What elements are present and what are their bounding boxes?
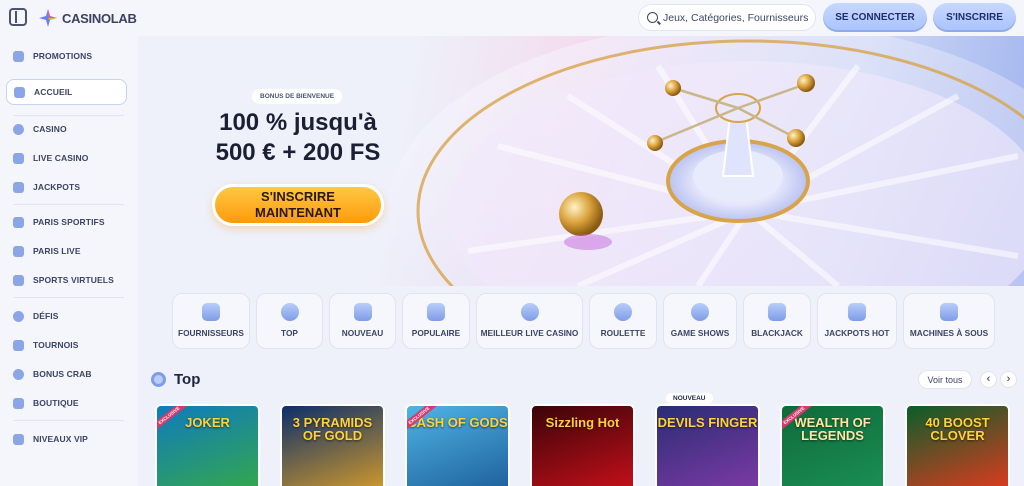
sidebar-divider	[14, 204, 124, 205]
hero-banner[interactable]: BONUS DE BIENVENUE 100 % jusqu'à 500 € +…	[138, 36, 1024, 286]
category-hot-jackpots[interactable]: JACKPOTS HOT	[817, 293, 897, 349]
sidebar-item-live-betting[interactable]: PARIS LIVE	[6, 238, 127, 264]
search-input[interactable]	[663, 11, 813, 24]
game-title: CASH OF GODS	[407, 415, 508, 430]
providers-icon	[202, 303, 220, 321]
category-popular[interactable]: POPULAIRE	[402, 293, 470, 349]
category-new[interactable]: NOUVEAU	[329, 293, 396, 349]
category-roulette[interactable]: ROULETTE	[589, 293, 657, 349]
carousel-next-button[interactable]: ›	[1000, 371, 1017, 388]
vip-icon	[13, 433, 24, 445]
category-best-live-casino[interactable]: MEILLEUR LIVE CASINO	[476, 293, 583, 349]
category-providers[interactable]: FOURNISSEURS	[172, 293, 250, 349]
sidebar-item-virtual-sports[interactable]: SPORTS VIRTUELS	[6, 267, 127, 293]
shop-icon	[13, 397, 24, 409]
sidebar-item-bonus-crab[interactable]: BONUS CRAB	[6, 361, 127, 387]
casino-chip-icon	[13, 123, 24, 135]
signup-button[interactable]: S'INSCRIRE	[933, 3, 1016, 32]
game-title: 3 PYRAMIDS OF GOLD	[292, 415, 373, 443]
sidebar-item-jackpots[interactable]: JACKPOTS	[6, 174, 127, 200]
star-icon	[427, 303, 445, 321]
game-tile[interactable]: Sizzling Hot	[530, 404, 635, 486]
gear-icon	[151, 372, 166, 387]
bonus-crab-icon	[13, 368, 24, 380]
category-bar: FOURNISSEURS TOP NOUVEAU POPULAIRE MEILL…	[0, 293, 1024, 349]
game-title: JOKER	[185, 415, 230, 430]
game-title: Sizzling Hot	[545, 415, 620, 430]
carousel-prev-button[interactable]: ‹	[980, 371, 997, 388]
game-tile[interactable]: WEALTH OF LEGENDS EXCLUSIVE	[780, 404, 885, 486]
login-button[interactable]: SE CONNECTER	[823, 3, 927, 32]
sports-betting-icon	[13, 216, 24, 228]
game-tile[interactable]: 40 BOOST CLOVER	[905, 404, 1010, 486]
cta-line1: S'INSCRIRE	[261, 189, 335, 204]
category-blackjack[interactable]: BLACKJACK	[743, 293, 811, 349]
virtual-sports-icon	[13, 274, 24, 286]
search-box[interactable]	[638, 4, 816, 31]
search-icon	[647, 12, 658, 23]
section-header-top: Top	[151, 371, 200, 388]
new-badge: NOUVEAU	[666, 393, 713, 404]
game-tile[interactable]: 3 PYRAMIDS OF GOLD	[280, 404, 385, 486]
signup-now-button[interactable]: S'INSCRIRE MAINTENANT	[212, 184, 384, 226]
new-icon	[353, 303, 372, 321]
category-top[interactable]: TOP	[256, 293, 323, 349]
home-icon	[14, 86, 25, 98]
game-shows-icon	[691, 303, 709, 321]
sidebar-item-promotions[interactable]: PROMOTIONS	[6, 43, 127, 69]
game-tile[interactable]: JOKER EXCLUSIVE	[155, 404, 260, 486]
logo[interactable]: CASINOLAB	[38, 8, 137, 28]
top-bar: CASINOLAB SE CONNECTER S'INSCRIRE	[0, 0, 1024, 36]
see-all-button[interactable]: Voir tous	[918, 370, 972, 389]
sidebar-item-live-casino[interactable]: LIVE CASINO	[6, 145, 127, 171]
cards-icon	[768, 303, 786, 321]
cta-line2: MAINTENANT	[255, 205, 341, 220]
hot-jackpot-icon	[848, 303, 866, 321]
roulette-icon	[614, 303, 632, 321]
sidebar-item-home[interactable]: ACCUEIL	[6, 79, 127, 105]
sidebar: PROMOTIONS ACCUEIL CASINO LIVE CASINO JA…	[0, 36, 138, 486]
sidebar-item-sports-betting[interactable]: PARIS SPORTIFS	[6, 209, 127, 235]
sidebar-item-shop[interactable]: BOUTIQUE	[6, 390, 127, 416]
promotions-icon	[13, 50, 24, 62]
game-title: 40 BOOST CLOVER	[925, 415, 990, 443]
live-star-icon	[520, 303, 539, 321]
sidebar-toggle-icon[interactable]	[9, 8, 27, 26]
hero-title-line1: 100 % jusqu'à	[219, 109, 377, 136]
game-title: DEVILS FINGER	[657, 415, 758, 430]
sidebar-item-casino[interactable]: CASINO	[6, 116, 127, 142]
logo-text: CASINOLAB	[62, 10, 137, 26]
sidebar-divider	[14, 420, 124, 421]
logo-star-icon	[39, 9, 57, 27]
slot-machine-icon	[940, 303, 958, 321]
hero-title: 100 % jusqu'à 500 € + 200 FS	[198, 108, 398, 168]
category-game-shows[interactable]: GAME SHOWS	[663, 293, 737, 349]
game-tile[interactable]: CASH OF GODS EXCLUSIVE	[405, 404, 510, 486]
live-casino-icon	[13, 152, 24, 164]
live-betting-icon	[13, 245, 24, 257]
game-tile[interactable]: DEVILS FINGER	[655, 404, 760, 486]
top-gear-icon	[280, 303, 299, 321]
sidebar-item-vip[interactable]: NIVEAUX VIP	[6, 426, 127, 452]
section-title: Top	[174, 371, 201, 388]
category-slot-machines[interactable]: MACHINES À SOUS	[903, 293, 995, 349]
game-title: WEALTH OF LEGENDS	[794, 415, 871, 443]
hero-title-line2: 500 € + 200 FS	[215, 139, 381, 166]
welcome-bonus-badge: BONUS DE BIENVENUE	[252, 89, 343, 104]
jackpots-icon	[13, 181, 24, 193]
